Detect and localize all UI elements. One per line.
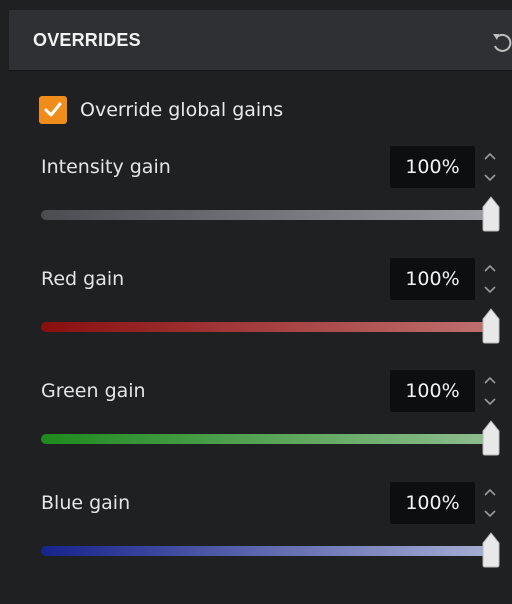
overrides-panel: OVERRIDES Override global gains Intensit… <box>9 10 512 604</box>
chevron-down-icon[interactable] <box>477 168 503 188</box>
gain-control-green: Green gain 100% <box>9 370 512 470</box>
gain-stepper-red <box>477 258 503 300</box>
gain-value-input-blue[interactable]: 100% <box>390 482 475 524</box>
chevron-up-icon[interactable] <box>477 370 503 390</box>
gain-label-green: Green gain <box>41 380 146 402</box>
override-global-gains-row[interactable]: Override global gains <box>39 95 283 125</box>
gain-slider-track-red[interactable] <box>41 322 493 332</box>
chevron-down-icon[interactable] <box>477 504 503 524</box>
chevron-down-icon[interactable] <box>477 392 503 412</box>
chevron-up-icon[interactable] <box>477 146 503 166</box>
gain-slider-fill-green <box>41 434 493 444</box>
gain-slider-fill-red <box>41 322 493 332</box>
gain-slider-thumb-intensity[interactable] <box>481 196 501 232</box>
gain-slider-thumb-red[interactable] <box>481 308 501 344</box>
gain-slider-track-blue[interactable] <box>41 546 493 556</box>
gain-slider-thumb-green[interactable] <box>481 420 501 456</box>
gain-control-intensity: Intensity gain 100% <box>9 146 512 246</box>
gain-slider-track-intensity[interactable] <box>41 210 493 220</box>
chevron-down-icon[interactable] <box>477 280 503 300</box>
gain-slider-fill-blue <box>41 546 493 556</box>
gain-control-blue: Blue gain 100% <box>9 482 512 582</box>
override-checkbox[interactable] <box>39 96 67 124</box>
gain-value-input-green[interactable]: 100% <box>390 370 475 412</box>
chevron-up-icon[interactable] <box>477 258 503 278</box>
gain-label-red: Red gain <box>41 268 125 290</box>
gain-value-input-intensity[interactable]: 100% <box>390 146 475 188</box>
chevron-up-icon[interactable] <box>477 482 503 502</box>
gain-slider-track-green[interactable] <box>41 434 493 444</box>
panel-title: OVERRIDES <box>33 30 141 50</box>
gain-stepper-green <box>477 370 503 412</box>
gain-stepper-intensity <box>477 146 503 188</box>
gain-control-red: Red gain 100% <box>9 258 512 358</box>
gain-label-blue: Blue gain <box>41 492 131 514</box>
gain-value-input-red[interactable]: 100% <box>390 258 475 300</box>
gain-label-intensity: Intensity gain <box>41 156 171 178</box>
reset-icon[interactable] <box>489 30 512 56</box>
panel-header: OVERRIDES <box>9 10 512 71</box>
gain-slider-fill-intensity <box>41 210 493 220</box>
override-label: Override global gains <box>80 99 284 121</box>
checkmark-icon <box>44 102 62 117</box>
gain-slider-thumb-blue[interactable] <box>481 532 501 568</box>
gain-stepper-blue <box>477 482 503 524</box>
